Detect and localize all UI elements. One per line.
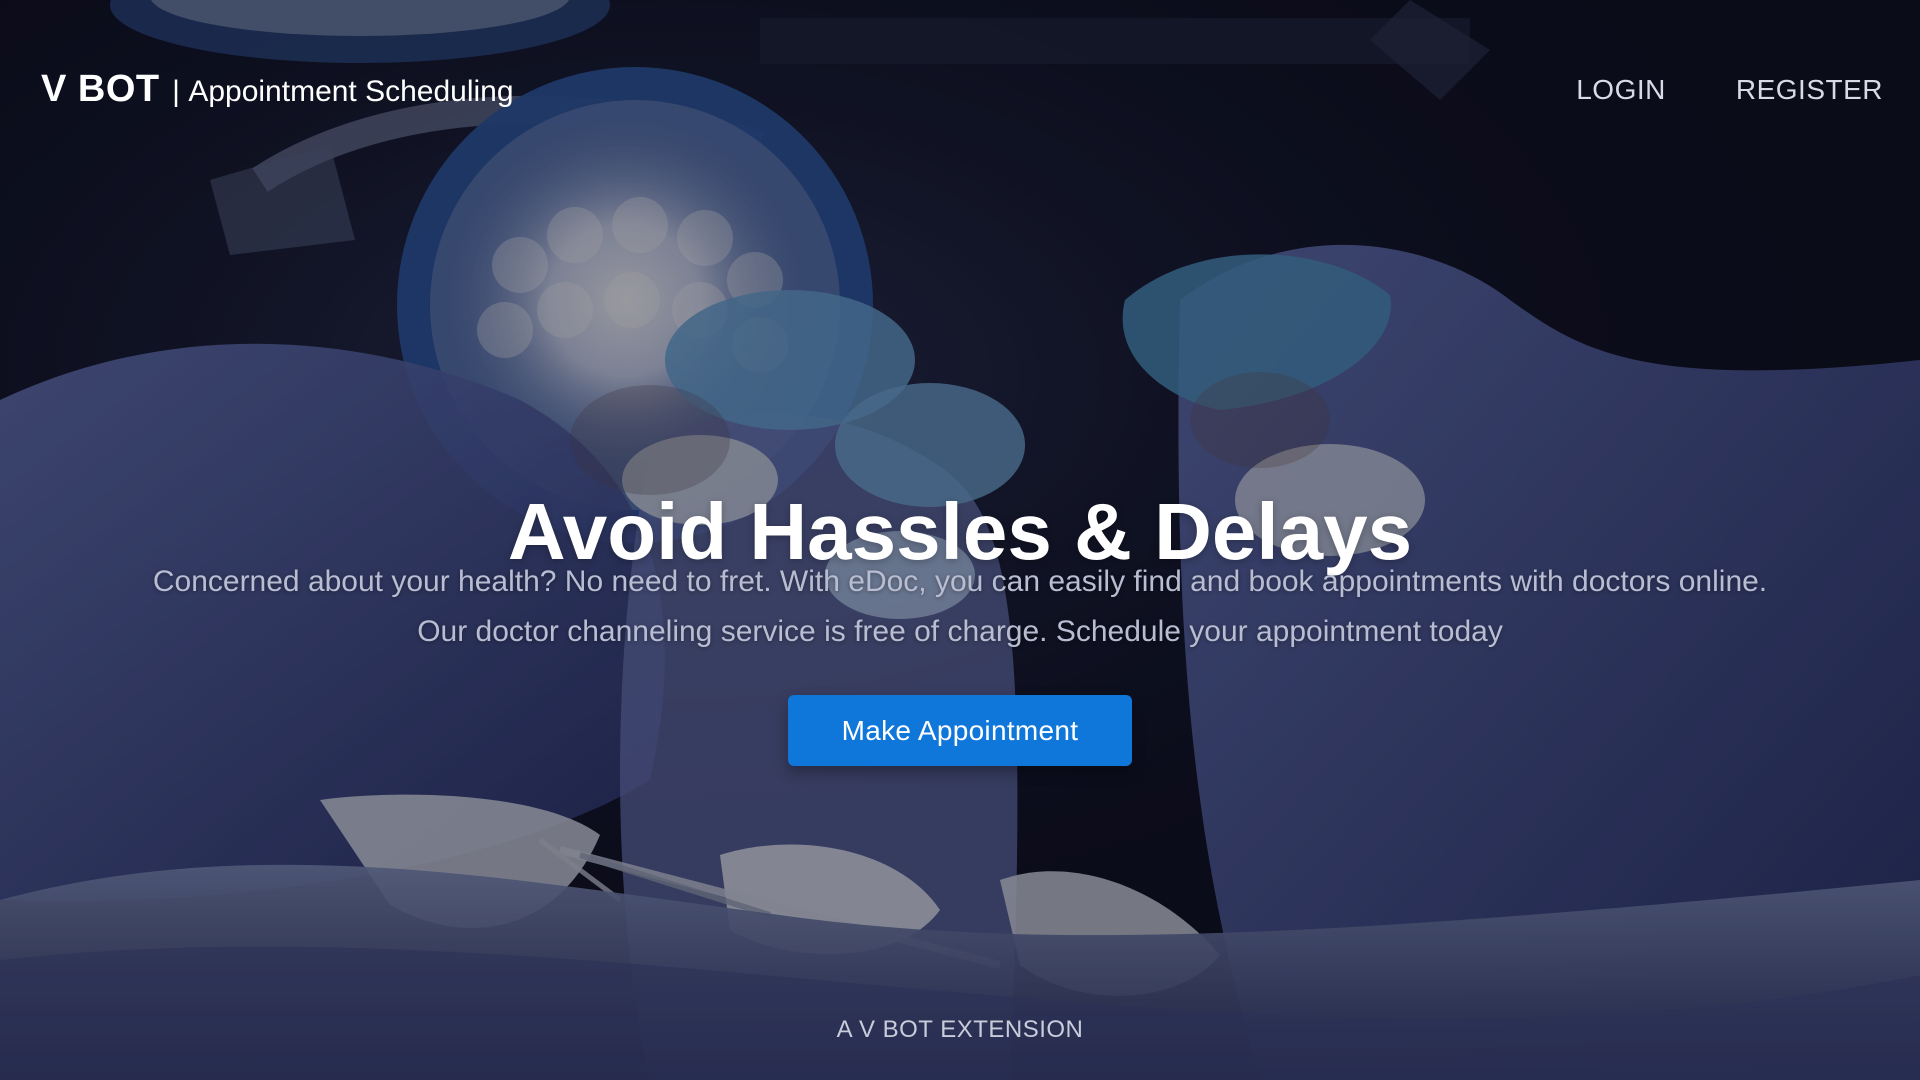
make-appointment-button[interactable]: Make Appointment: [788, 695, 1132, 766]
hero-description-line-1: Concerned about your health? No need to …: [152, 565, 1768, 598]
hero-section: Avoid Hassles & Delays Concerned about y…: [0, 0, 1920, 1080]
footer-tagline: A V BOT EXTENSION: [836, 1016, 1084, 1043]
hero-description: Concerned about your health? No need to …: [100, 557, 1820, 657]
landing-page: V BOT | Appointment Scheduling LOGIN REG…: [0, 0, 1920, 1080]
hero-description-line-2: Our doctor channeling service is free of…: [417, 615, 1503, 648]
